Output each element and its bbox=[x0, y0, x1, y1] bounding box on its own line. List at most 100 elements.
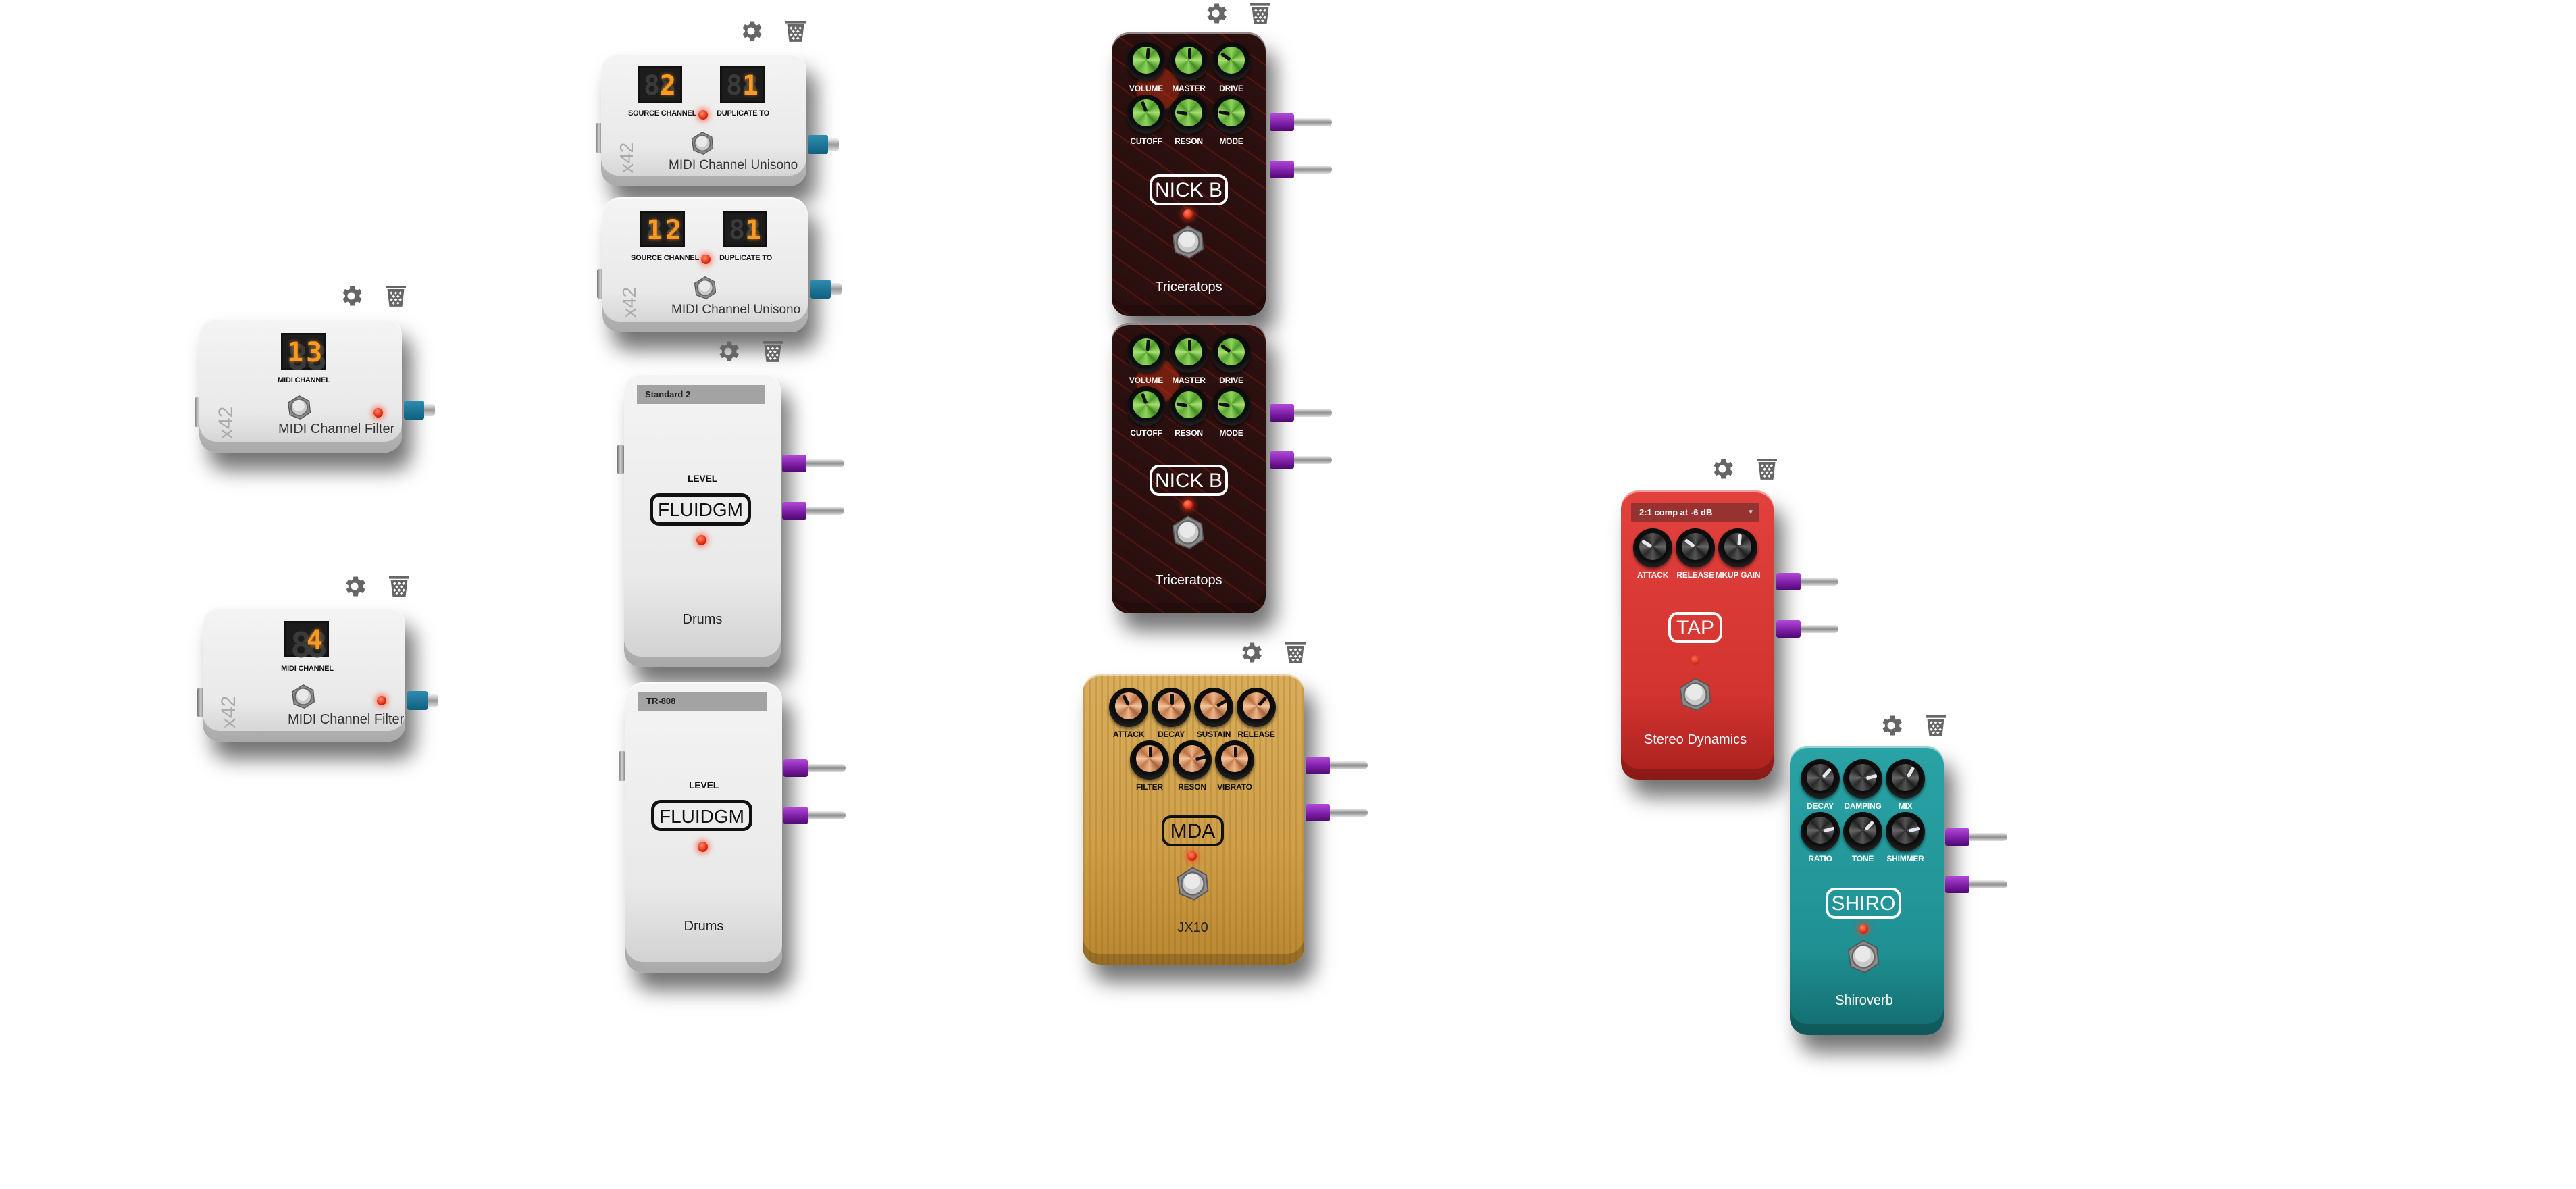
audio-output-cable-right[interactable] bbox=[1776, 620, 1841, 638]
knob-volume[interactable] bbox=[1127, 334, 1166, 373]
midi-output-cable[interactable] bbox=[407, 691, 440, 710]
knob-mkup-gain[interactable] bbox=[1718, 528, 1757, 567]
brand-logo: MDA bbox=[1162, 815, 1224, 846]
trash-icon[interactable] bbox=[386, 573, 413, 600]
trash-icon[interactable] bbox=[1922, 712, 1949, 739]
knob-decay[interactable] bbox=[1152, 688, 1191, 727]
pedal-name: MIDI Channel Unisono bbox=[669, 158, 798, 172]
knob-label: MKUP GAIN bbox=[1715, 570, 1761, 580]
footswitch[interactable] bbox=[1170, 224, 1206, 259]
midi-output-cable[interactable] bbox=[810, 280, 843, 299]
knob-cap bbox=[1115, 692, 1142, 719]
footswitch[interactable] bbox=[290, 684, 316, 709]
audio-output-cable-left[interactable] bbox=[782, 455, 847, 472]
knob-cutoff[interactable] bbox=[1127, 95, 1166, 134]
trash-icon[interactable] bbox=[1282, 639, 1309, 666]
display-digit: 1 bbox=[287, 337, 304, 368]
knob-vibrato[interactable] bbox=[1215, 740, 1254, 780]
gear-icon[interactable] bbox=[1202, 0, 1229, 27]
pedal-name: Drums bbox=[682, 612, 723, 627]
level-label: LEVEL bbox=[687, 473, 718, 484]
knob-pointer bbox=[1149, 747, 1152, 757]
midi-channel-display: 8 84 bbox=[284, 621, 329, 665]
audio-output-cable-left[interactable] bbox=[1306, 757, 1370, 774]
knob-cap bbox=[1218, 338, 1245, 365]
gear-icon[interactable] bbox=[1709, 455, 1736, 482]
trash-icon[interactable] bbox=[1247, 0, 1274, 27]
gear-icon[interactable] bbox=[338, 282, 365, 309]
knob-mix[interactable] bbox=[1886, 759, 1925, 799]
knob-reson[interactable] bbox=[1169, 95, 1208, 134]
pedal-name: Triceratops bbox=[1155, 573, 1222, 588]
midi-channel-display: 81 83 bbox=[281, 333, 327, 377]
audio-output-cable-right[interactable] bbox=[1270, 161, 1335, 178]
source-channel-label: SOURCE CHANNEL bbox=[628, 109, 697, 118]
audio-output-cable-left[interactable] bbox=[783, 759, 848, 777]
knob-reson[interactable] bbox=[1169, 386, 1208, 426]
knob-reson[interactable] bbox=[1173, 740, 1212, 780]
preset-selector[interactable]: Standard 2 bbox=[637, 385, 765, 404]
status-led bbox=[1183, 500, 1193, 509]
audio-output-cable-left[interactable] bbox=[1270, 113, 1335, 131]
knob-drive[interactable] bbox=[1212, 334, 1251, 373]
audio-output-cable-right[interactable] bbox=[783, 807, 848, 824]
audio-output-cable-right[interactable] bbox=[1306, 804, 1370, 821]
knob-mode[interactable] bbox=[1212, 386, 1251, 426]
footswitch[interactable] bbox=[286, 395, 312, 420]
trash-icon[interactable] bbox=[782, 18, 809, 45]
brand-logo: FLUIDGM bbox=[650, 493, 751, 526]
audio-output-cable-left[interactable] bbox=[1270, 404, 1335, 422]
gear-icon[interactable] bbox=[341, 573, 368, 600]
knob-cutoff[interactable] bbox=[1127, 386, 1166, 426]
knob-drive[interactable] bbox=[1212, 42, 1251, 81]
trash-icon[interactable] bbox=[1753, 455, 1780, 482]
knob-damping[interactable] bbox=[1843, 759, 1882, 799]
gear-icon[interactable] bbox=[1237, 639, 1264, 666]
knob-decay[interactable] bbox=[1801, 759, 1840, 799]
pedal-toolbar bbox=[338, 282, 409, 309]
knob-filter[interactable] bbox=[1130, 740, 1169, 780]
midi-input-jack[interactable] bbox=[617, 445, 624, 474]
preset-selector[interactable]: TR-808 bbox=[638, 692, 767, 711]
knob-attack[interactable] bbox=[1633, 528, 1672, 567]
knob-volume[interactable] bbox=[1127, 42, 1166, 81]
knob-ratio[interactable] bbox=[1801, 812, 1840, 851]
gear-icon[interactable] bbox=[1878, 712, 1905, 739]
midi-output-cable[interactable] bbox=[404, 401, 436, 420]
display-digit: 2 bbox=[665, 215, 682, 246]
knob-attack[interactable] bbox=[1109, 688, 1148, 727]
knob-cap bbox=[1218, 47, 1245, 74]
display-digit: 2 bbox=[659, 70, 676, 101]
footswitch[interactable] bbox=[693, 276, 717, 300]
knob-release[interactable] bbox=[1237, 688, 1276, 727]
footswitch[interactable] bbox=[1678, 677, 1713, 712]
knob-mode[interactable] bbox=[1212, 95, 1251, 134]
knob-shimmer[interactable] bbox=[1886, 812, 1925, 851]
knob-label: SHIMMER bbox=[1886, 854, 1924, 863]
audio-output-cable-right[interactable] bbox=[1945, 876, 2010, 893]
audio-output-cable-left[interactable] bbox=[1776, 573, 1841, 590]
gear-icon[interactable] bbox=[715, 338, 742, 365]
footswitch[interactable] bbox=[690, 131, 715, 155]
knob-release[interactable] bbox=[1676, 528, 1715, 567]
preset-selector[interactable]: 2:1 comp at -6 dB ▼ bbox=[1631, 503, 1759, 522]
midi-output-cable[interactable] bbox=[808, 135, 840, 154]
pedal-toolbar bbox=[341, 573, 413, 600]
audio-output-cable-left[interactable] bbox=[1945, 828, 2010, 846]
display-label: MIDI CHANNEL bbox=[278, 376, 330, 384]
audio-output-cable-right[interactable] bbox=[1270, 451, 1335, 469]
knob-master[interactable] bbox=[1169, 334, 1208, 373]
gear-icon[interactable] bbox=[738, 18, 765, 45]
audio-output-cable-right[interactable] bbox=[782, 502, 847, 520]
trash-icon[interactable] bbox=[759, 338, 786, 365]
midi-input-jack[interactable] bbox=[619, 751, 625, 781]
footswitch[interactable] bbox=[1846, 939, 1881, 974]
knob-tone[interactable] bbox=[1843, 812, 1882, 851]
knob-pointer bbox=[1188, 48, 1191, 59]
footswitch[interactable] bbox=[1175, 866, 1210, 901]
knob-master[interactable] bbox=[1169, 42, 1208, 81]
footswitch[interactable] bbox=[1170, 515, 1206, 550]
display-digit: 4 bbox=[306, 625, 323, 656]
trash-icon[interactable] bbox=[382, 282, 409, 309]
knob-sustain[interactable] bbox=[1194, 688, 1233, 727]
